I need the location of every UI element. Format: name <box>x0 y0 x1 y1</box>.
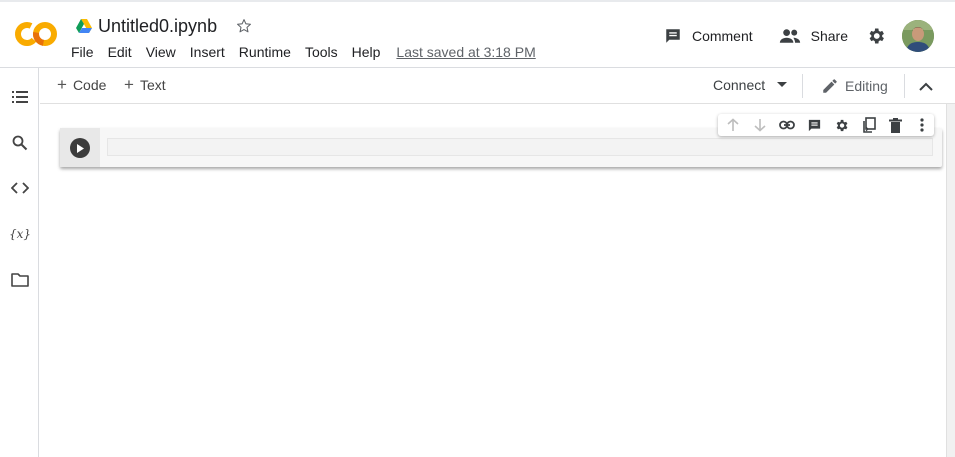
caret-down-icon[interactable] <box>777 82 788 88</box>
plus-icon: + <box>57 75 67 94</box>
cell-gutter <box>60 128 100 167</box>
menu-insert[interactable]: Insert <box>190 44 225 60</box>
link-icon[interactable] <box>778 116 796 134</box>
notebook-title[interactable]: Untitled0.ipynb <box>98 16 217 37</box>
colab-logo[interactable] <box>14 20 58 48</box>
menu-file[interactable]: File <box>71 44 94 60</box>
table-of-contents-icon[interactable] <box>10 87 30 107</box>
move-down-icon[interactable] <box>751 116 769 134</box>
comment-label: Comment <box>691 28 753 44</box>
plus-icon: + <box>124 75 134 94</box>
share-label: Share <box>810 28 848 44</box>
settings-button[interactable] <box>866 26 886 46</box>
people-icon <box>779 29 800 43</box>
code-snippets-icon[interactable] <box>10 178 30 198</box>
toolbar-divider <box>802 74 803 98</box>
left-sidebar: {x} <box>0 68 39 457</box>
list-icon <box>12 91 28 103</box>
code-editor[interactable] <box>107 138 933 156</box>
comment-button[interactable]: Comment <box>664 27 753 45</box>
share-button[interactable]: Share <box>779 27 848 45</box>
title-row: Untitled0.ipynb <box>76 14 253 38</box>
angle-brackets-icon <box>11 182 29 194</box>
run-cell-button[interactable] <box>70 138 90 158</box>
delete-icon[interactable] <box>886 116 904 134</box>
connect-label: Connect <box>713 77 766 93</box>
settings-icon[interactable] <box>832 116 850 134</box>
notebook-toolbar: + Code + Text Connect Editing <box>40 68 955 104</box>
vertical-scrollbar[interactable] <box>946 104 955 457</box>
cell-toolbar <box>718 114 934 136</box>
add-text-label: Text <box>139 77 166 93</box>
header-actions: Comment Share <box>664 18 955 54</box>
files-icon[interactable] <box>10 270 30 290</box>
add-code-label: Code <box>72 77 107 93</box>
star-icon[interactable] <box>235 17 253 35</box>
menu-runtime[interactable]: Runtime <box>239 44 291 60</box>
user-photo <box>902 20 934 52</box>
collapse-header-button[interactable] <box>916 76 936 96</box>
editing-mode-button[interactable]: Editing <box>821 77 888 95</box>
folder-icon <box>11 273 29 287</box>
menu-tools[interactable]: Tools <box>305 44 338 60</box>
google-drive-icon <box>76 19 92 33</box>
menu-view[interactable]: View <box>146 44 176 60</box>
comment-icon[interactable] <box>805 116 823 134</box>
last-saved-link[interactable]: Last saved at 3:18 PM <box>396 44 535 60</box>
add-code-button[interactable]: + Code <box>57 75 107 94</box>
search-icon[interactable] <box>10 133 30 153</box>
chevron-up-icon <box>919 82 933 91</box>
editing-label: Editing <box>845 78 888 94</box>
menu-bar: File Edit View Insert Runtime Tools Help… <box>71 44 536 60</box>
comment-icon <box>666 29 680 43</box>
mirror-cell-icon[interactable] <box>859 116 877 134</box>
variables-glyph: {x} <box>8 227 32 241</box>
avatar[interactable] <box>902 20 934 52</box>
menu-edit[interactable]: Edit <box>108 44 132 60</box>
play-icon <box>77 143 84 153</box>
move-up-icon[interactable] <box>724 116 742 134</box>
app-header: Untitled0.ipynb File Edit View Insert Ru… <box>0 0 955 68</box>
gear-icon <box>869 28 884 44</box>
menu-help[interactable]: Help <box>352 44 381 60</box>
variables-icon[interactable]: {x} <box>8 224 32 244</box>
pencil-icon <box>823 79 837 93</box>
add-text-button[interactable]: + Text <box>124 75 166 94</box>
more-vert-icon[interactable] <box>913 116 931 134</box>
connect-button[interactable]: Connect <box>713 77 788 93</box>
magnifier-icon <box>12 135 28 151</box>
toolbar-divider <box>904 74 905 98</box>
